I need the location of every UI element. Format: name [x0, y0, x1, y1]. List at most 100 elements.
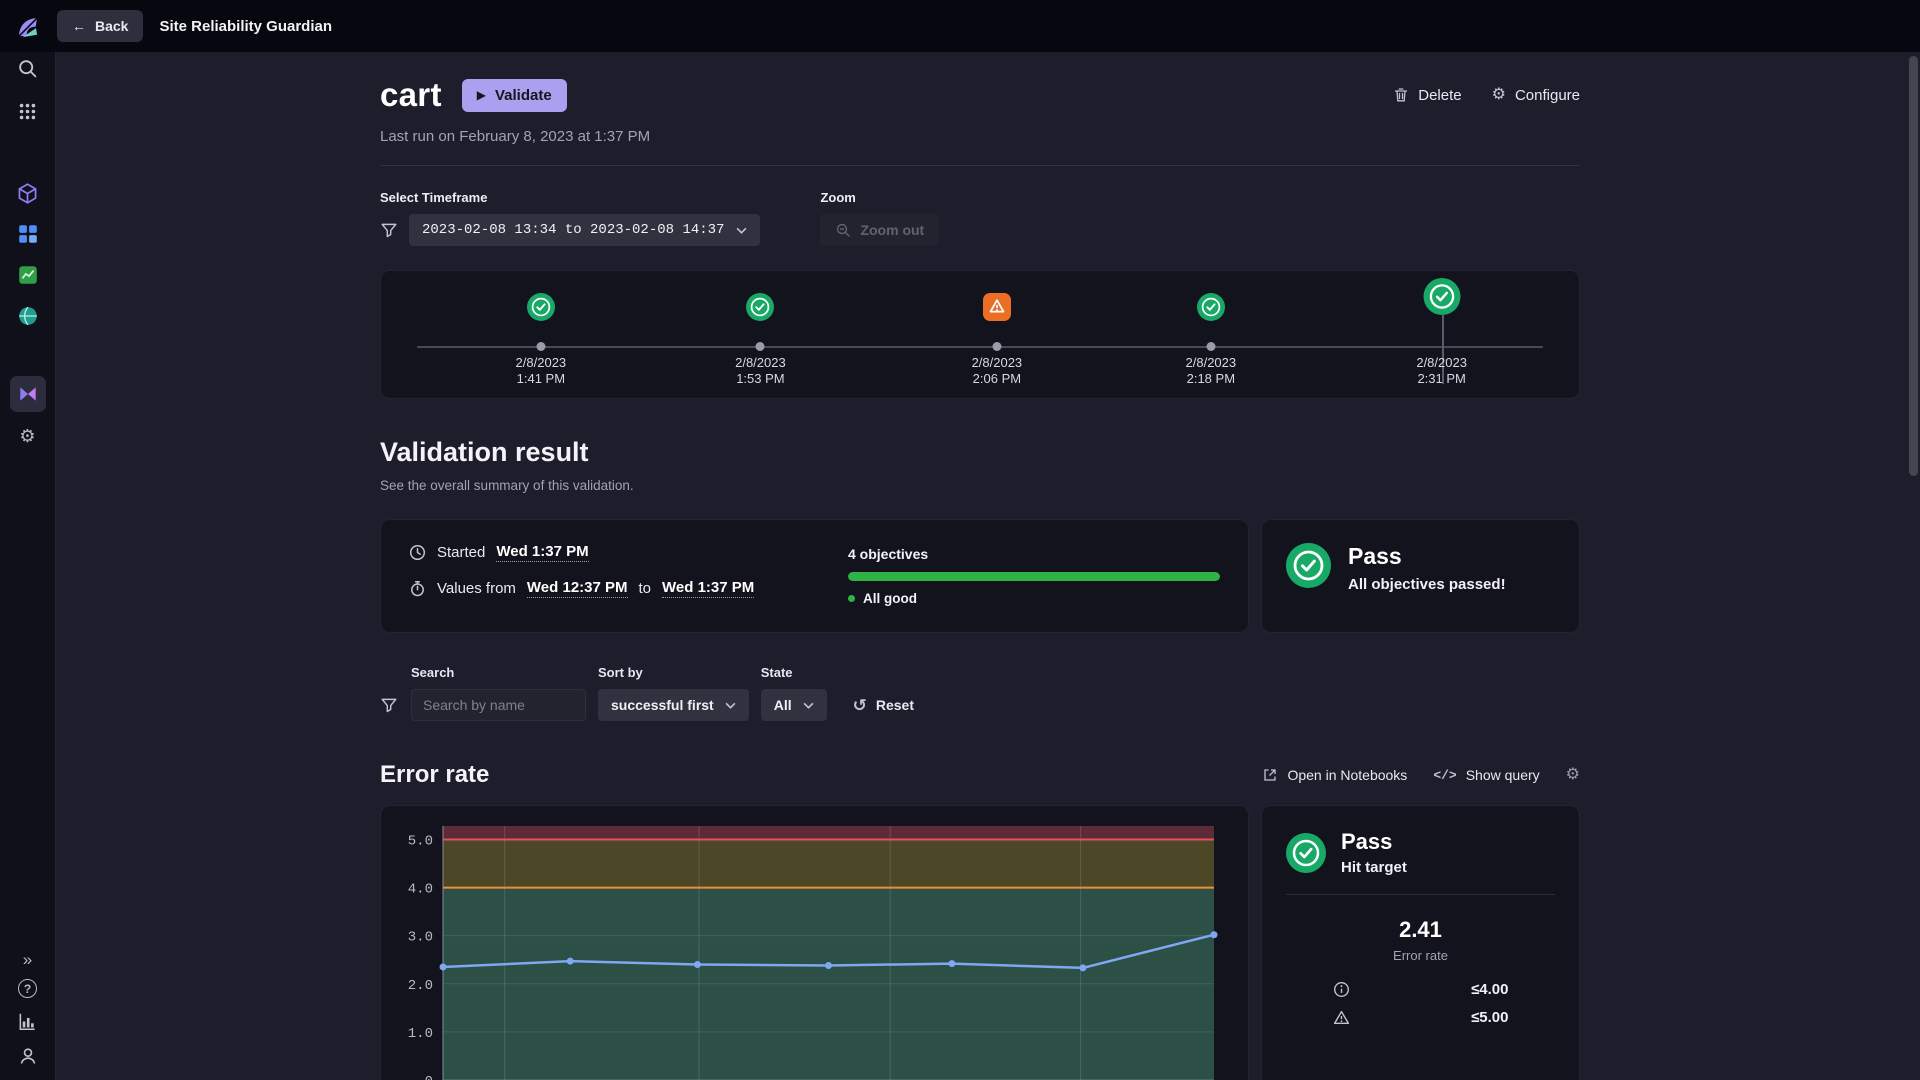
sort-value: successful first [611, 697, 714, 713]
timeframe-label: Select Timeframe [380, 190, 488, 205]
timeline-run-time: 2:31 PM [1417, 371, 1466, 386]
timeline-card: 2/8/2023 1:41 PM 2/8/2023 1:53 PM 2/8/2023 2:… [380, 270, 1580, 399]
started-value[interactable]: Wed 1:37 PM [496, 543, 589, 562]
app-icon-globe[interactable] [16, 304, 40, 328]
result-divider [1286, 894, 1555, 895]
gear-icon: ⚙ [1491, 86, 1506, 103]
app-title: Site Reliability Guardian [159, 17, 333, 35]
error-rate-chart[interactable]: 01:45 PM02 PM02:15 PM02:30 PM01.02.03.04… [381, 806, 1248, 1080]
dynatrace-logo[interactable] [14, 13, 41, 40]
pass-icon [526, 293, 555, 321]
zoom-out-label: Zoom out [860, 222, 925, 238]
delete-button[interactable]: Delete [1393, 87, 1462, 104]
validation-result-subtitle: See the overall summary of this validati… [380, 478, 634, 493]
pass-icon [746, 293, 775, 321]
pass-icon [1196, 293, 1225, 321]
app-launcher-icon[interactable] [16, 99, 40, 123]
timeline-run-time: 1:41 PM [516, 371, 566, 386]
validation-result-title: Validation result [380, 437, 589, 467]
timeline-run-date: 2/8/2023 [515, 355, 567, 370]
timeline-dot [1206, 342, 1216, 351]
expand-sidebar-icon[interactable]: » [23, 951, 32, 968]
open-in-notebooks-button[interactable]: Open in Notebooks [1262, 767, 1407, 783]
validation-summary-card: Started Wed 1:37 PM Values from Wed 12:3… [380, 519, 1249, 633]
state-label: State [760, 665, 793, 680]
app-icon-site-reliability-guardian[interactable] [9, 376, 46, 412]
to-label: to [638, 580, 652, 597]
objective-title: Error rate [380, 761, 490, 788]
search-label: Search [411, 665, 455, 680]
scrollbar-thumb[interactable] [1909, 56, 1918, 476]
help-icon[interactable]: ? [18, 979, 37, 998]
settings-app-icon[interactable]: ⚙ [16, 424, 40, 448]
sidebar: ⚙ » ? [0, 52, 56, 1080]
data-point [825, 962, 832, 970]
back-arrow-icon: ← [72, 18, 86, 34]
sort-select[interactable]: successful first [598, 689, 749, 721]
usage-chart-icon[interactable] [16, 1009, 40, 1033]
configure-button[interactable]: ⚙ Configure [1492, 87, 1580, 104]
sort-label: Sort by [598, 665, 643, 680]
validate-label: Validate [494, 86, 552, 104]
status-dot [848, 595, 855, 602]
objective-settings-icon[interactable]: ⚙ [1566, 767, 1580, 783]
timeline-run-time: 1:53 PM [736, 371, 785, 386]
timeline-run[interactable]: 2/8/2023 2:06 PM [932, 271, 1062, 398]
play-icon: ▶ [476, 88, 486, 102]
back-label: Back [95, 18, 129, 34]
page-title: cart [380, 76, 442, 113]
pass-icon [1423, 278, 1461, 315]
metric-label: Error rate [1393, 948, 1448, 963]
objective-result-label: Pass [1341, 829, 1393, 854]
svg-text:3.0: 3.0 [408, 930, 433, 946]
code-icon: </> [1433, 767, 1457, 783]
show-query-button[interactable]: </> Show query [1433, 767, 1539, 783]
validate-button[interactable]: ▶ Validate [461, 78, 567, 112]
state-value: All [773, 697, 792, 713]
back-button[interactable]: ← Back [57, 10, 144, 42]
app-icon-cube[interactable] [16, 181, 40, 205]
values-from-value[interactable]: Wed 12:37 PM [526, 579, 628, 598]
overall-result-card: Pass All objectives passed! [1261, 519, 1580, 633]
configure-label: Configure [1514, 86, 1580, 104]
chevron-down-icon [803, 702, 814, 709]
filter-icon [380, 689, 398, 721]
chart-band-warning-zone [443, 839, 1214, 888]
warning-icon [1333, 1010, 1349, 1025]
zoom-out-icon [837, 223, 851, 237]
app-icon-chart[interactable] [16, 263, 40, 287]
timeline-run[interactable]: 2/8/2023 1:53 PM [695, 271, 825, 398]
header-divider [380, 165, 1580, 166]
app-icon-grid[interactable] [16, 222, 40, 246]
search-input[interactable] [411, 689, 586, 721]
timeline-run-date: 2/8/2023 [735, 355, 786, 370]
timeline-run[interactable]: 2/8/2023 2:18 PM [1146, 271, 1276, 398]
state-select[interactable]: All [760, 689, 827, 721]
svg-text:5.0: 5.0 [408, 833, 433, 849]
search-icon[interactable] [16, 56, 40, 80]
values-to-value[interactable]: Wed 1:37 PM [662, 579, 755, 598]
user-profile-icon[interactable] [16, 1044, 40, 1068]
reset-button[interactable]: ↺ Reset [853, 689, 914, 721]
topbar: ← Back Site Reliability Guardian [0, 0, 1920, 52]
timeline-run[interactable]: 2/8/2023 1:41 PM [476, 271, 606, 398]
open-in-notebooks-label: Open in Notebooks [1287, 767, 1408, 783]
zoom-out-button[interactable]: Zoom out [820, 214, 940, 246]
filter-icon [381, 223, 397, 238]
objective-result-card: Pass Hit target 2.41 Error rate ≤4.00 ≤5… [1261, 805, 1580, 1080]
target-value: ≤4.00 [1471, 981, 1509, 998]
reset-icon: ↺ [852, 695, 867, 715]
data-point [566, 957, 574, 965]
warning-value: ≤5.00 [1471, 1009, 1509, 1026]
stopwatch-icon [411, 580, 424, 597]
clock-icon [409, 544, 426, 561]
data-point [439, 963, 447, 971]
chevron-down-icon [736, 227, 747, 234]
timeline-run-time: 2:18 PM [1186, 371, 1236, 386]
timeline-run-date: 2/8/2023 [1185, 355, 1237, 370]
timeline-dot [536, 342, 546, 351]
error-rate-chart-card: 01:45 PM02 PM02:15 PM02:30 PM01.02.03.04… [380, 805, 1249, 1080]
timeline-run[interactable]: 2/8/2023 2:31 PM [1377, 271, 1507, 398]
timeframe-select[interactable]: 2023-02-08 13:34 to 2023-02-08 14:37 [409, 214, 761, 246]
last-run-text: Last run on February 8, 2023 at 1:37 PM [380, 128, 651, 145]
